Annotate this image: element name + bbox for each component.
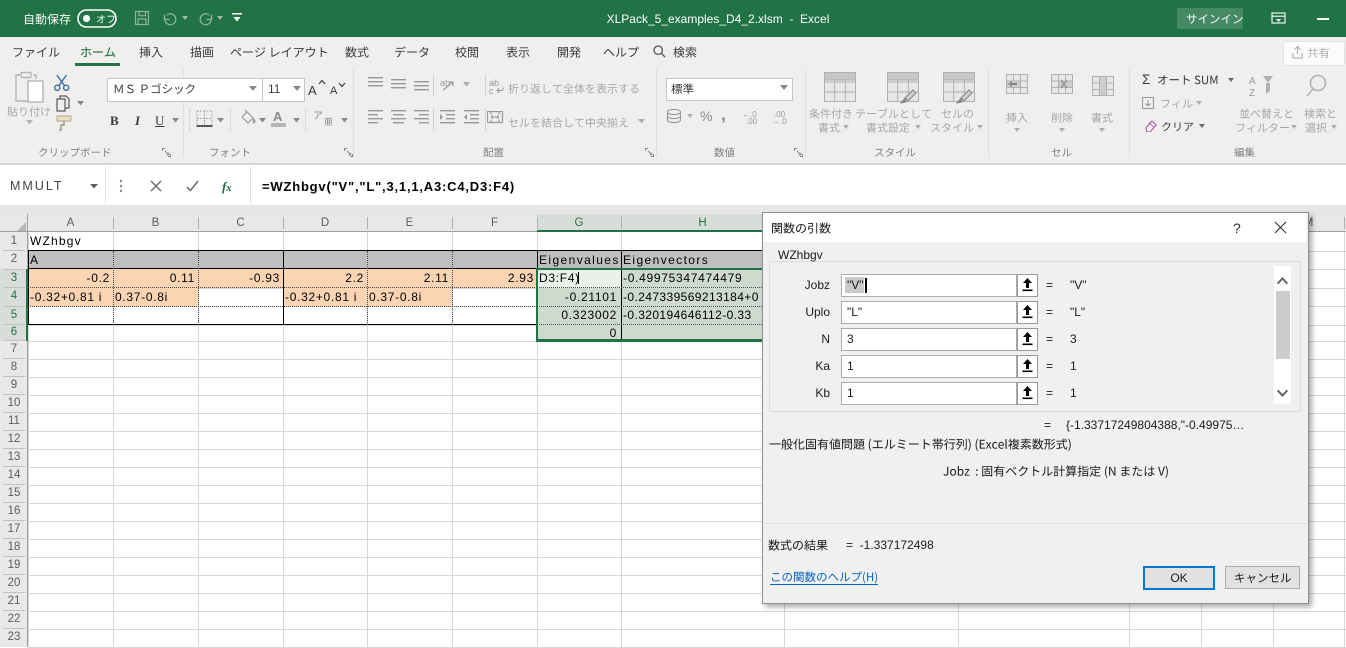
svg-text:→.0: →.0	[772, 117, 787, 125]
svg-text:c: c	[489, 86, 494, 95]
svg-text:ab: ab	[440, 78, 450, 88]
svg-text:Z: Z	[1249, 88, 1255, 98]
svg-text:A: A	[1249, 76, 1256, 87]
svg-text:.00: .00	[746, 117, 758, 125]
